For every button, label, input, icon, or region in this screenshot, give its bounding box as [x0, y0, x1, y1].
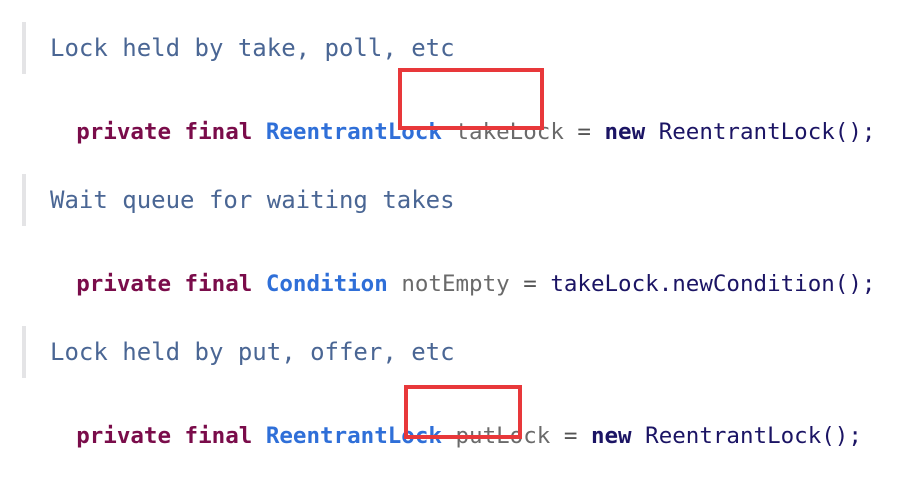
doc-comment: Wait queue for waiting takes	[22, 174, 455, 226]
modifier-keywords: private final	[76, 119, 253, 145]
assign-operator: =	[523, 271, 537, 297]
doc-comment: Lock held by take, poll, etc	[22, 22, 455, 74]
doc-comment-text: Lock held by take, poll, etc	[50, 34, 455, 62]
modifier-keywords: private final	[76, 271, 253, 297]
modifier-keywords: private final	[76, 423, 253, 449]
type-name[interactable]: ReentrantLock	[266, 119, 442, 145]
assign-operator: =	[577, 119, 591, 145]
constructor-call[interactable]: ReentrantLock();	[645, 423, 862, 449]
code-line-notempty-declaration[interactable]: private final Condition notEmpty = takeL…	[22, 242, 875, 326]
type-name[interactable]: ReentrantLock	[266, 423, 442, 449]
assign-operator: =	[563, 423, 578, 449]
member-access-dot: .	[658, 271, 673, 297]
field-name-notempty[interactable]: notEmpty	[401, 271, 509, 297]
doc-comment: Lock held by put, offer, etc	[22, 326, 455, 378]
new-keyword: new	[604, 119, 646, 145]
code-editor: Lock held by take, poll, etc private fin…	[0, 0, 905, 465]
method-call[interactable]: newCondition();	[672, 271, 875, 297]
receiver-reference[interactable]: takeLock	[550, 271, 658, 297]
field-name-takelock[interactable]: takeLock	[456, 119, 564, 145]
doc-comment-text: Wait queue for waiting takes	[50, 186, 455, 214]
constructor-call[interactable]: ReentrantLock();	[659, 119, 876, 145]
type-name[interactable]: Condition	[266, 271, 388, 297]
new-keyword: new	[590, 423, 632, 449]
field-name-putlock[interactable]: putLock	[456, 423, 551, 449]
code-line-putlock-declaration[interactable]: private final ReentrantLock putLock = ne…	[22, 394, 862, 478]
doc-comment-text: Lock held by put, offer, etc	[50, 338, 455, 366]
code-line-takelock-declaration[interactable]: private final ReentrantLock takeLock = n…	[22, 90, 875, 174]
